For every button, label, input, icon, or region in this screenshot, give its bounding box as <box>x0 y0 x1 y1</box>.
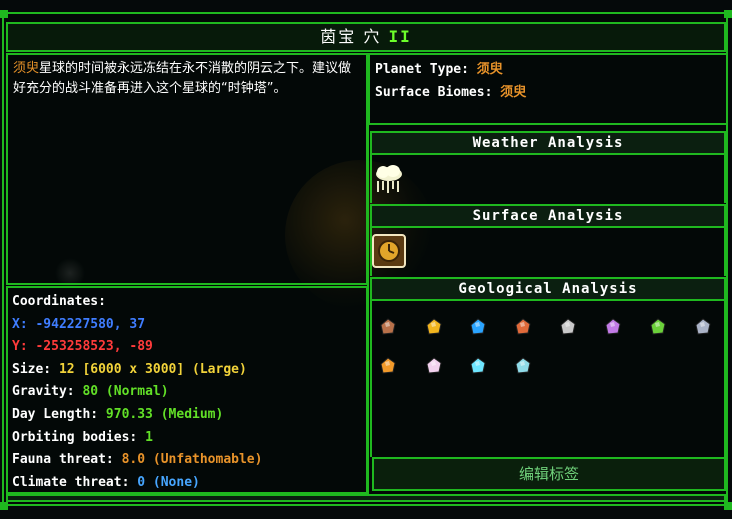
x-label: X: <box>12 316 28 332</box>
climate-value: 0 (None) <box>137 474 200 490</box>
x-coordinate-row: X: -942227580, 37 <box>12 314 362 337</box>
gravity-value: 80 (Normal) <box>82 384 169 400</box>
edit-tags-button[interactable]: 编辑标签 <box>372 457 726 491</box>
clock-tile-icon[interactable] <box>372 234 406 268</box>
platinum-ore-icon[interactable] <box>694 318 712 336</box>
planet-type-row: Planet Type: 须臾 <box>375 58 721 81</box>
stats-panel: Coordinates: X: -942227580, 37 Y: -25325… <box>6 286 368 494</box>
silver-ore-icon[interactable] <box>559 318 577 336</box>
ice-shard-icon[interactable] <box>514 357 532 375</box>
copper-ore-icon[interactable] <box>379 318 397 336</box>
climate-row: Climate threat: 0 (None) <box>12 472 362 495</box>
planet-title: 茵宝 穴 II <box>6 22 726 52</box>
moss-ore-icon[interactable] <box>649 318 667 336</box>
planet-numeral: II <box>388 27 412 46</box>
x-value: -942227580, 37 <box>35 316 146 332</box>
day-length-value: 970.33 (Medium) <box>105 406 224 422</box>
frame-corner <box>724 502 732 510</box>
day-length-row: Day Length: 970.33 (Medium) <box>12 404 362 427</box>
frame-corner <box>0 10 8 18</box>
day-length-label: Day Length: <box>12 406 99 422</box>
surface-biomes-label: Surface Biomes: <box>375 85 493 100</box>
planet-type-label: Planet Type: <box>375 62 469 77</box>
description-text: 星球的时间被永远冻结在永不消散的阴云之下。建议做好充分的战斗准备再进入这个星球的… <box>13 61 352 96</box>
coordinates-label: Coordinates: <box>12 294 106 309</box>
diamond-ore-icon[interactable] <box>469 357 487 375</box>
surface-analysis-body <box>370 228 726 276</box>
size-label: Size: <box>12 361 52 377</box>
fauna-row: Fauna threat: 8.0 (Unfathomable) <box>12 449 362 472</box>
description-highlight: 须臾 <box>13 61 40 76</box>
iron-ore-icon[interactable] <box>514 318 532 336</box>
planet-type-value: 须臾 <box>476 62 503 77</box>
crystal-ore-icon[interactable] <box>469 318 487 336</box>
size-value: 12 [6000 x 3000] (Large) <box>58 361 247 377</box>
geological-analysis-header: Geological Analysis <box>370 277 726 301</box>
climate-label: Climate threat: <box>12 474 130 490</box>
size-row: Size: 12 [6000 x 3000] (Large) <box>12 359 362 382</box>
orbiting-row: Orbiting bodies: 1 <box>12 427 362 450</box>
planet-name: 茵宝 穴 <box>320 27 382 46</box>
orbiting-label: Orbiting bodies: <box>12 429 138 445</box>
bottom-frame-strip <box>6 494 726 502</box>
planet-description: 须臾星球的时间被永远冻结在永不消散的阴云之下。建议做好充分的战斗准备再进入这个星… <box>8 55 366 103</box>
fauna-label: Fauna threat: <box>12 452 114 468</box>
surface-biomes-row: Surface Biomes: 须臾 <box>375 81 721 104</box>
y-coordinate-row: Y: -253258523, -89 <box>12 336 362 359</box>
violet-shard-icon[interactable] <box>604 318 622 336</box>
weather-analysis-body <box>370 155 726 203</box>
snow-cloud-icon[interactable] <box>372 162 406 196</box>
amber-ore-icon[interactable] <box>379 357 397 375</box>
frame-corner <box>724 10 732 18</box>
geological-analysis-body <box>370 301 726 457</box>
description-panel: 须臾星球的时间被永远冻结在永不消散的阴云之下。建议做好充分的战斗准备再进入这个星… <box>6 53 368 285</box>
pearl-ore-icon[interactable] <box>425 357 443 375</box>
surface-biomes-value: 须臾 <box>500 85 527 100</box>
gravity-label: Gravity: <box>12 384 75 400</box>
surface-analysis-header: Surface Analysis <box>370 204 726 228</box>
y-value: -253258523, -89 <box>35 339 153 355</box>
gold-ore-icon[interactable] <box>425 318 443 336</box>
orbiting-value: 1 <box>145 429 153 445</box>
fauna-value: 8.0 (Unfathomable) <box>121 452 263 468</box>
frame-corner <box>0 502 8 510</box>
coordinates-row: Coordinates: <box>12 291 362 314</box>
y-label: Y: <box>12 339 28 355</box>
gravity-row: Gravity: 80 (Normal) <box>12 381 362 404</box>
weather-analysis-header: Weather Analysis <box>370 131 726 155</box>
planet-type-panel: Planet Type: 须臾 Surface Biomes: 须臾 <box>368 53 728 125</box>
